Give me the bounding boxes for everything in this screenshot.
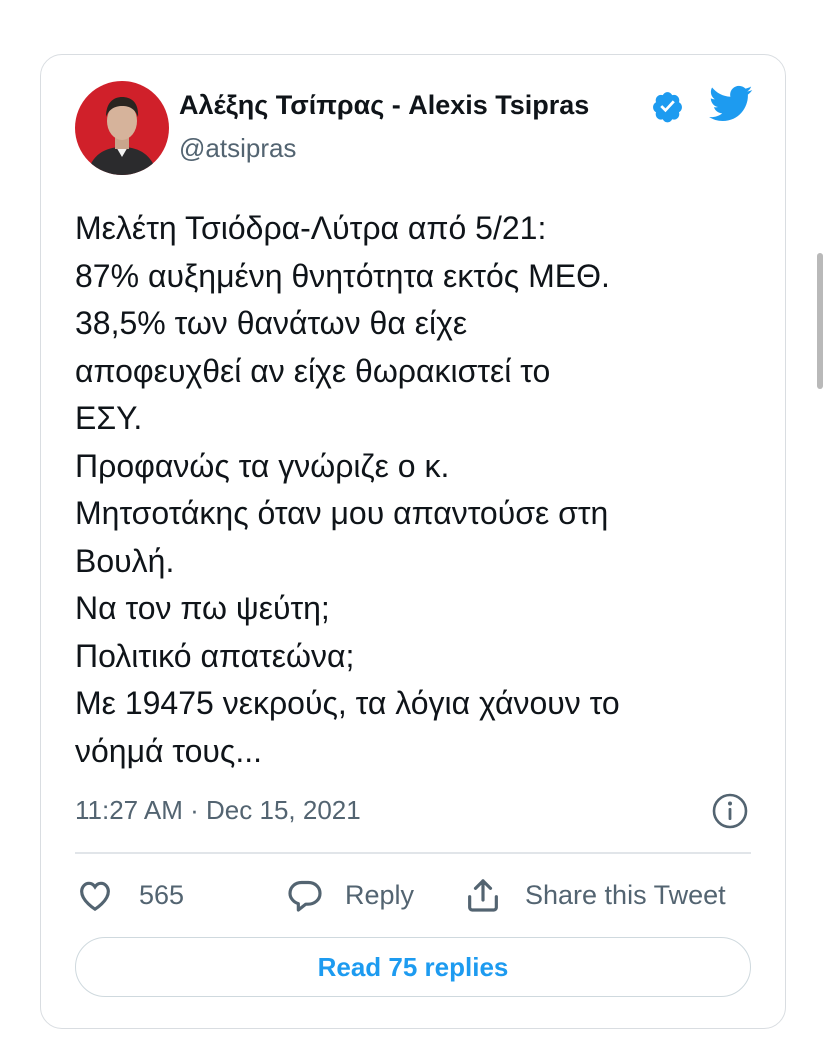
share-upload-icon (468, 879, 498, 912)
info-icon[interactable] (711, 792, 749, 830)
avatar[interactable] (75, 81, 169, 175)
tweet-text-line: Με 19475 νεκρούς, τα λόγια χάνουν το (75, 685, 620, 721)
tweet-text-line: Μελέτη Τσιόδρα-Λύτρα από 5/21: (75, 210, 547, 246)
tweet-actions: 565 Reply Share this Tweet (75, 873, 755, 917)
speech-bubble-icon (288, 880, 322, 912)
tweet-text: Μελέτη Τσιόδρα-Λύτρα από 5/21: 87% αυξημ… (75, 205, 765, 775)
verified-badge-icon (653, 92, 682, 123)
tweet-text-line: Μητσοτάκης όταν μου απαντούσε στη (75, 495, 609, 531)
tweet-text-line: 38,5% των θανάτων θα είχε (75, 305, 468, 341)
tweet-text-line: Πολιτικό απατεώνα; (75, 637, 355, 674)
tweet-text-line: αποφευχθεί αν είχε θωρακιστεί το (75, 352, 551, 389)
tweet-text-line: νόημά τους... (75, 732, 262, 769)
scrollbar[interactable] (817, 253, 823, 389)
tweet-text-line: Να τον πω ψεύτη; (75, 590, 330, 626)
tweet-timestamp[interactable]: 11:27 AM · Dec 15, 2021 (75, 795, 361, 826)
like-button[interactable]: 565 (75, 873, 184, 917)
tweet-text-line: Βουλή. (75, 542, 175, 579)
share-label: Share this Tweet (525, 879, 726, 910)
share-button[interactable]: Share this Tweet (463, 873, 726, 917)
read-replies-button[interactable]: Read 75 replies (75, 937, 751, 997)
reply-label: Reply (345, 879, 415, 910)
tweet-text-line: ΕΣΥ. (75, 400, 143, 436)
heart-icon (80, 881, 110, 912)
twitter-bird-icon[interactable] (709, 85, 753, 123)
like-count: 565 (139, 879, 185, 910)
tweet-text-line: 87% αυξημένη θνητότητα εκτός ΜΕΘ. (75, 257, 610, 294)
display-name[interactable]: Αλέξης Τσίπρας - Alexis Tsipras (179, 90, 589, 121)
tweet-card: Αλέξης Τσίπρας - Alexis Tsipras @atsipra… (40, 54, 786, 1029)
reply-button[interactable]: Reply (285, 873, 414, 917)
user-handle[interactable]: @atsipras (179, 133, 296, 164)
tweet-text-line: Προφανώς τα γνώριζε ο κ. (75, 447, 450, 484)
divider (75, 852, 751, 854)
